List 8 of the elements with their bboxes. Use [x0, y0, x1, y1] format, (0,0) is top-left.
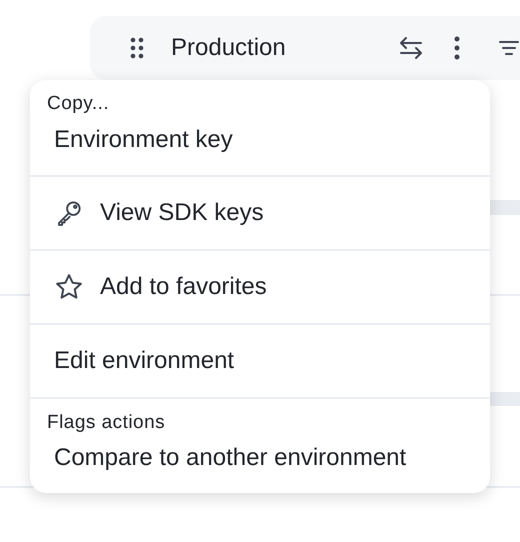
- menu-item[interactable]: View SDK keys: [54, 192, 490, 234]
- menu-item[interactable]: Compare to another environment: [54, 437, 490, 479]
- menu-item[interactable]: Environment key: [54, 118, 490, 160]
- menu-item[interactable]: Add to favorites: [54, 266, 490, 308]
- section-heading: Copy...: [47, 92, 110, 116]
- menu-item[interactable]: Edit environment: [54, 340, 490, 382]
- environment-title: Production: [171, 33, 286, 63]
- section-heading: Flags actions: [47, 410, 166, 434]
